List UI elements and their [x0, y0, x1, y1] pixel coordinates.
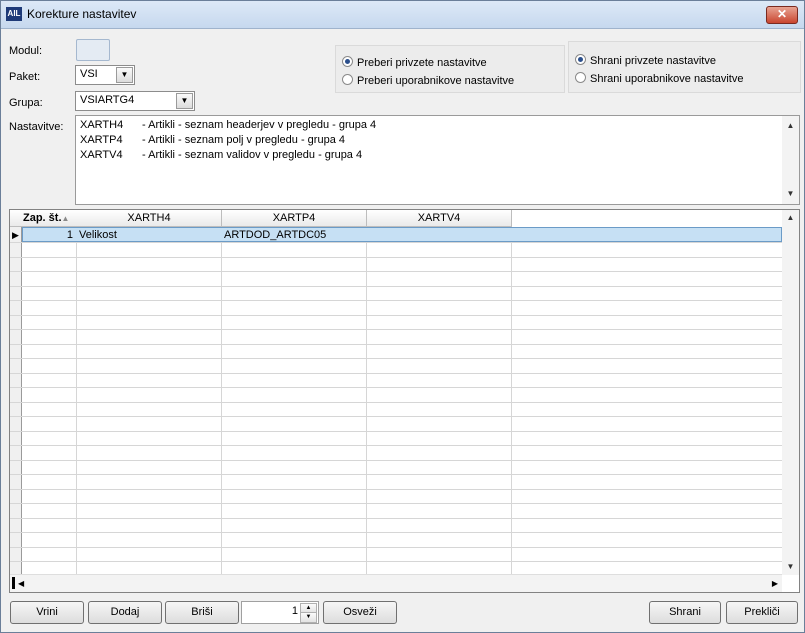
brisi-button[interactable]: Briši [165, 601, 239, 624]
read-settings-group: Preberi privzete nastavitve Preberi upor… [335, 45, 565, 93]
grid-row-line [10, 315, 782, 316]
row-pointer-icon: ▶ [12, 230, 19, 240]
column-header-zap-label: Zap. št. [23, 212, 62, 224]
table-row[interactable]: 1 Velikost ARTDOD_ARTDC05 [22, 227, 782, 242]
save-settings-group: Shrani privzete nastavitve Shrani uporab… [568, 41, 801, 93]
cell-xartp4[interactable]: ARTDOD_ARTDC05 [224, 228, 326, 242]
grid-column-line [221, 227, 222, 574]
memo-line: XARTV4 - Artikli - seznam validov v pregl… [80, 149, 362, 161]
scroll-thumb[interactable] [12, 577, 15, 589]
grid-column-line [366, 227, 367, 574]
paket-select[interactable]: VSI ▼ [75, 65, 135, 85]
grid-row-line [10, 532, 782, 533]
memo-code: XARTV4 [80, 149, 123, 161]
app-logo-icon: AIL [6, 7, 22, 21]
grid-column-line [76, 227, 77, 574]
cell-xarth4[interactable]: Velikost [79, 228, 117, 242]
arrow-left-icon[interactable]: ◀ [18, 576, 24, 591]
arrow-down-icon[interactable]: ▼ [300, 612, 317, 623]
grid-row-line [10, 503, 782, 504]
radio-label-read-default: Preberi privzete nastavitve [357, 57, 487, 69]
grid-horizontal-scrollbar[interactable]: ◀ ▶ [10, 574, 782, 592]
memo-line: XARTH4 - Artikli - seznam headerjev v pre… [80, 119, 376, 131]
cell-zap[interactable]: 1 [23, 228, 73, 242]
grid-row-line [10, 387, 782, 388]
settings-grid[interactable]: Zap. št.▲ XARTH4 XARTP4 XARTV4 1 Velikos… [9, 209, 800, 593]
chevron-down-icon[interactable]: ▼ [116, 67, 133, 83]
memo-text: - Artikli - seznam polj v pregledu - gru… [142, 134, 345, 146]
settings-memo[interactable]: XARTH4 - Artikli - seznam headerjev v pre… [75, 115, 800, 205]
dialog-window: AIL Korekture nastavitev ✕ Modul: Paket:… [0, 0, 805, 633]
radio-label-save-user: Shrani uporabnikove nastavitve [590, 73, 744, 85]
memo-text: - Artikli - seznam validov v pregledu - … [142, 149, 363, 161]
grid-row-line [10, 445, 782, 446]
grid-row-line [10, 460, 782, 461]
grid-row-line [10, 402, 782, 403]
title-bar[interactable]: AIL Korekture nastavitev ✕ [1, 1, 804, 29]
window-title: Korekture nastavitev [27, 7, 137, 21]
close-button[interactable]: ✕ [766, 6, 798, 24]
grid-row-line [10, 547, 782, 548]
radio-label-save-default: Shrani privzete nastavitve [590, 55, 716, 67]
grupa-label: Grupa: [9, 97, 43, 109]
column-header-zap[interactable]: Zap. št.▲ [21, 210, 78, 227]
radio-save-user[interactable]: Shrani uporabnikove nastavitve [575, 72, 743, 85]
grid-row-line [10, 416, 782, 417]
grid-row-line [10, 242, 782, 243]
memo-code: XARTH4 [80, 119, 124, 131]
paket-value: VSI [80, 68, 98, 80]
grid-row-line [10, 286, 782, 287]
radio-dot-save-default [575, 54, 586, 65]
grid-row-line [10, 329, 782, 330]
arrow-down-icon[interactable]: ▼ [782, 186, 799, 202]
memo-code: XARTP4 [80, 134, 123, 146]
grid-row-line [10, 344, 782, 345]
radio-read-user[interactable]: Preberi uporabnikove nastavitve [342, 74, 514, 87]
radio-read-default[interactable]: Preberi privzete nastavitve [342, 56, 487, 69]
modul-label: Modul: [9, 45, 43, 57]
radio-label-read-user: Preberi uporabnikove nastavitve [357, 75, 515, 87]
memo-text: - Artikli - seznam headerjev v pregledu … [142, 119, 377, 131]
row-number-spinner[interactable]: 1 ▲ ▼ [241, 601, 319, 624]
shrani-button[interactable]: Shrani [649, 601, 721, 624]
grid-vertical-scrollbar[interactable]: ▲ ▼ [782, 210, 799, 575]
radio-dot-read-user [342, 74, 353, 85]
vrini-button[interactable]: Vrini [10, 601, 84, 624]
grid-row-line [10, 358, 782, 359]
memo-scrollbar[interactable]: ▲ ▼ [782, 116, 799, 204]
radio-dot-read-default [342, 56, 353, 67]
grid-row-line [10, 257, 782, 258]
grid-row-line [10, 474, 782, 475]
osvezi-button[interactable]: Osveži [323, 601, 397, 624]
column-header-xarth4[interactable]: XARTH4 [77, 210, 222, 227]
grid-row-line [10, 373, 782, 374]
grid-row-line [10, 271, 782, 272]
arrow-right-icon[interactable]: ▶ [772, 576, 778, 591]
row-indicator-column [10, 227, 22, 574]
memo-line: XARTP4 - Artikli - seznam polj v pregledu… [80, 134, 345, 146]
chevron-down-icon[interactable]: ▼ [176, 93, 193, 109]
dodaj-button[interactable]: Dodaj [88, 601, 162, 624]
nastavitve-label: Nastavitve: [9, 121, 64, 133]
grid-row-line [10, 489, 782, 490]
grupa-select[interactable]: VSIARTG4 ▼ [75, 91, 195, 111]
grid-row-line [10, 518, 782, 519]
arrow-down-icon[interactable]: ▼ [782, 559, 799, 575]
spinner-value: 1 [291, 605, 298, 617]
sort-ascending-icon: ▲ [61, 214, 70, 223]
preklici-button[interactable]: Prekliči [726, 601, 798, 624]
modul-field[interactable] [76, 39, 110, 61]
radio-dot-save-user [575, 72, 586, 83]
arrow-up-icon[interactable]: ▲ [782, 210, 799, 226]
grupa-value: VSIARTG4 [80, 94, 135, 106]
grid-row-line [10, 300, 782, 301]
column-header-xartv4[interactable]: XARTV4 [367, 210, 512, 227]
grid-column-line [511, 227, 512, 574]
radio-save-default[interactable]: Shrani privzete nastavitve [575, 54, 716, 67]
paket-label: Paket: [9, 71, 41, 83]
grid-row-line [10, 431, 782, 432]
grid-row-line [10, 561, 782, 562]
column-header-xartp4[interactable]: XARTP4 [222, 210, 367, 227]
arrow-up-icon[interactable]: ▲ [782, 118, 799, 134]
